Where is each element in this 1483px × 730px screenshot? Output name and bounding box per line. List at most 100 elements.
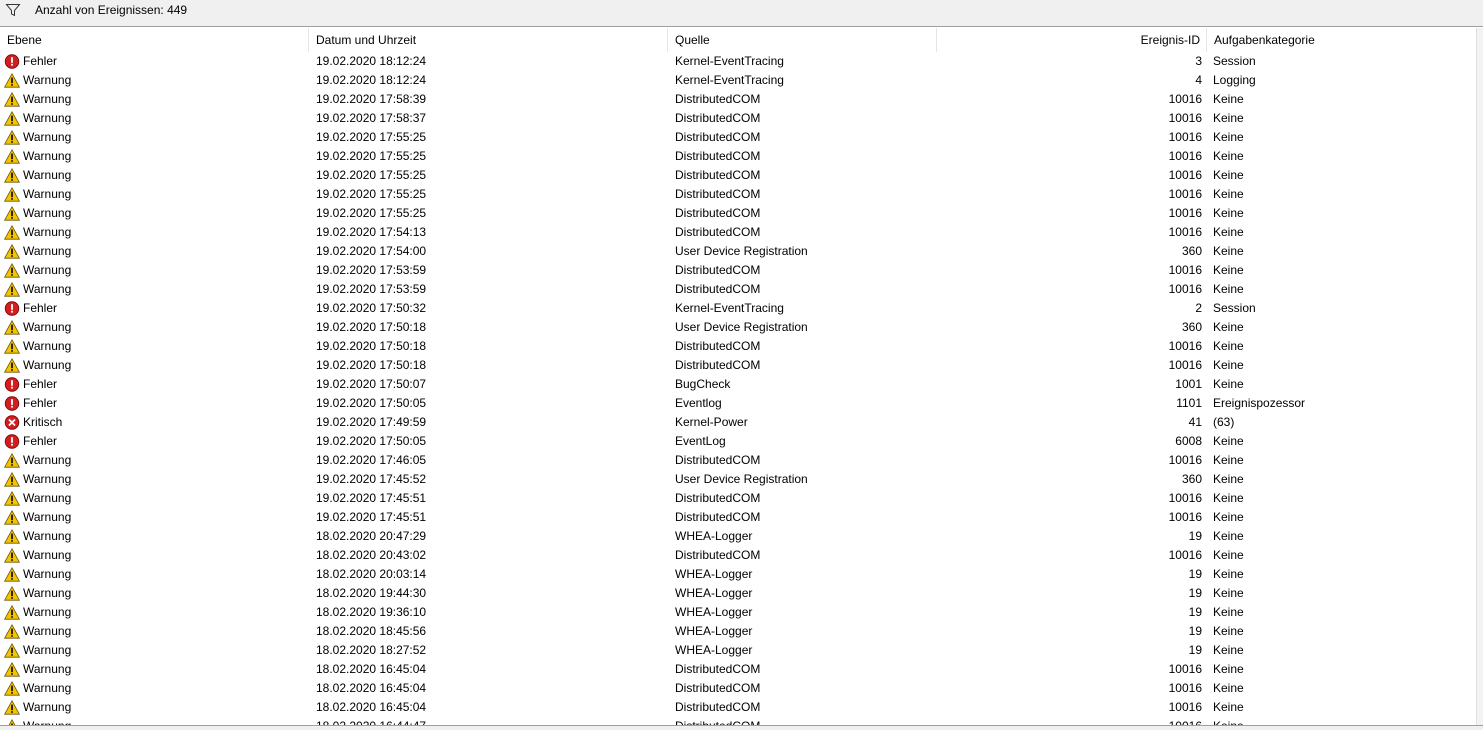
- level-label: Warnung: [23, 282, 72, 296]
- table-row[interactable]: Warnung 19.02.2020 17:53:59 DistributedCOM…: [0, 261, 1476, 280]
- column-header-row: Ebene Datum und Uhrzeit Quelle Ereignis-…: [0, 28, 1476, 52]
- source-cell: DistributedCOM: [675, 149, 761, 163]
- table-row[interactable]: Warnung 19.02.2020 17:55:25 DistributedCOM…: [0, 166, 1476, 185]
- table-row[interactable]: Warnung 19.02.2020 17:50:18 DistributedCOM…: [0, 356, 1476, 375]
- warning-icon: [4, 453, 20, 468]
- category-cell: Keine: [1213, 377, 1244, 391]
- level-label: Warnung: [23, 244, 72, 258]
- source-cell: User Device Registration: [675, 244, 808, 258]
- table-row[interactable]: Fehler 19.02.2020 18:12:24 Kernel-EventTra…: [0, 52, 1476, 71]
- warning-icon: [4, 586, 20, 601]
- warning-icon: [4, 168, 20, 183]
- event-id-cell: 10016: [1168, 510, 1202, 524]
- datetime-cell: 19.02.2020 17:54:13: [316, 225, 427, 239]
- column-header-source[interactable]: Quelle: [668, 28, 937, 52]
- warning-icon: [4, 472, 20, 487]
- source-cell: WHEA-Logger: [675, 605, 753, 619]
- column-header-level[interactable]: Ebene: [0, 28, 309, 52]
- table-row[interactable]: Warnung 18.02.2020 20:03:14 WHEA-Logger 19 K…: [0, 565, 1476, 584]
- table-row[interactable]: Warnung 18.02.2020 18:27:52 WHEA-Logger 19 K…: [0, 641, 1476, 660]
- datetime-cell: 19.02.2020 17:53:59: [316, 263, 427, 277]
- level-cell: Fehler: [4, 52, 304, 71]
- table-row[interactable]: Warnung 19.02.2020 17:58:39 DistributedCOM…: [0, 90, 1476, 109]
- table-row[interactable]: Warnung 19.02.2020 17:45:52 User Device Re…: [0, 470, 1476, 489]
- table-row[interactable]: Warnung 19.02.2020 18:12:24 Kernel-EventTr…: [0, 71, 1476, 90]
- category-cell: Keine: [1213, 358, 1244, 372]
- level-cell: Warnung: [4, 470, 304, 489]
- datetime-cell: 19.02.2020 17:50:18: [316, 358, 427, 372]
- source-cell: DistributedCOM: [675, 358, 761, 372]
- table-row[interactable]: Warnung 19.02.2020 17:55:25 DistributedCOM…: [0, 204, 1476, 223]
- event-id-cell: 1001: [1175, 377, 1202, 391]
- source-cell: Kernel-Power: [675, 415, 748, 429]
- source-cell: DistributedCOM: [675, 662, 761, 676]
- warning-icon: [4, 130, 20, 145]
- category-cell: Keine: [1213, 510, 1244, 524]
- datetime-cell: 19.02.2020 17:55:25: [316, 149, 427, 163]
- table-row[interactable]: Fehler 19.02.2020 17:50:05 Eventlog 1101 Ere…: [0, 394, 1476, 413]
- level-cell: Warnung: [4, 356, 304, 375]
- category-cell: Keine: [1213, 111, 1244, 125]
- level-cell: Warnung: [4, 128, 304, 147]
- level-cell: Warnung: [4, 109, 304, 128]
- table-row[interactable]: Warnung 18.02.2020 16:45:04 DistributedCOM…: [0, 698, 1476, 717]
- warning-icon: [4, 358, 20, 373]
- source-cell: DistributedCOM: [675, 700, 761, 714]
- table-row[interactable]: Warnung 19.02.2020 17:53:59 DistributedCOM…: [0, 280, 1476, 299]
- datetime-cell: 18.02.2020 20:43:02: [316, 548, 427, 562]
- table-row[interactable]: Warnung 18.02.2020 20:47:29 WHEA-Logger 19 K…: [0, 527, 1476, 546]
- level-cell: Warnung: [4, 660, 304, 679]
- datetime-cell: 19.02.2020 17:54:00: [316, 244, 427, 258]
- level-cell: Warnung: [4, 261, 304, 280]
- table-row[interactable]: Warnung 19.02.2020 17:54:00 User Device Re…: [0, 242, 1476, 261]
- vertical-scrollbar[interactable]: [1476, 28, 1483, 730]
- table-row[interactable]: Fehler 19.02.2020 17:50:07 BugCheck 1001 Kei…: [0, 375, 1476, 394]
- table-row[interactable]: Fehler 19.02.2020 17:50:05 EventLog 6008 Kei…: [0, 432, 1476, 451]
- source-cell: User Device Registration: [675, 472, 808, 486]
- table-row[interactable]: Warnung 19.02.2020 17:55:25 DistributedCOM…: [0, 185, 1476, 204]
- warning-icon: [4, 111, 20, 126]
- table-row[interactable]: Warnung 19.02.2020 17:45:51 DistributedCOM…: [0, 489, 1476, 508]
- table-row[interactable]: Warnung 18.02.2020 19:44:30 WHEA-Logger 19 K…: [0, 584, 1476, 603]
- datetime-cell: 18.02.2020 19:44:30: [316, 586, 427, 600]
- warning-icon: [4, 282, 20, 297]
- event-id-cell: 360: [1181, 320, 1202, 334]
- table-row[interactable]: Warnung 19.02.2020 17:46:05 DistributedCOM…: [0, 451, 1476, 470]
- warning-icon: [4, 263, 20, 278]
- table-row[interactable]: Warnung 19.02.2020 17:58:37 DistributedCOM…: [0, 109, 1476, 128]
- table-row[interactable]: Warnung 19.02.2020 17:50:18 DistributedCOM…: [0, 337, 1476, 356]
- level-cell: Warnung: [4, 622, 304, 641]
- table-row[interactable]: Kritisch 19.02.2020 17:49:59 Kernel-Power 4…: [0, 413, 1476, 432]
- datetime-cell: 19.02.2020 17:58:37: [316, 111, 427, 125]
- error-icon: [4, 301, 20, 316]
- column-header-datetime[interactable]: Datum und Uhrzeit: [309, 28, 668, 52]
- level-cell: Warnung: [4, 679, 304, 698]
- category-cell: Ereignispozessor: [1213, 396, 1306, 410]
- warning-icon: [4, 73, 20, 88]
- event-id-cell: 4: [1195, 73, 1202, 87]
- category-cell: (63): [1213, 415, 1235, 429]
- table-row[interactable]: Warnung 19.02.2020 17:55:25 DistributedCOM…: [0, 128, 1476, 147]
- event-count-label: Anzahl von Ereignissen: 449: [35, 3, 188, 17]
- source-cell: WHEA-Logger: [675, 586, 753, 600]
- table-row[interactable]: Warnung 19.02.2020 17:45:51 DistributedCOM…: [0, 508, 1476, 527]
- table-row[interactable]: Warnung 19.02.2020 17:55:25 DistributedCOM…: [0, 147, 1476, 166]
- event-id-cell: 19: [1188, 605, 1202, 619]
- event-id-cell: 19: [1188, 586, 1202, 600]
- table-row[interactable]: Warnung 18.02.2020 18:45:56 WHEA-Logger 19 K…: [0, 622, 1476, 641]
- table-row[interactable]: Fehler 19.02.2020 17:50:32 Kernel-EventTra…: [0, 299, 1476, 318]
- filter-icon[interactable]: [5, 2, 21, 18]
- level-cell: Fehler: [4, 375, 304, 394]
- table-row[interactable]: Warnung 18.02.2020 16:45:04 DistributedCOM…: [0, 660, 1476, 679]
- level-cell: Warnung: [4, 166, 304, 185]
- table-row[interactable]: Warnung 19.02.2020 17:50:18 User Device Re…: [0, 318, 1476, 337]
- table-row[interactable]: Warnung 18.02.2020 20:43:02 DistributedCOM…: [0, 546, 1476, 565]
- table-row[interactable]: Warnung 19.02.2020 17:54:13 DistributedCOM…: [0, 223, 1476, 242]
- table-row[interactable]: Warnung 18.02.2020 19:36:10 WHEA-Logger 19 K…: [0, 603, 1476, 622]
- column-header-event-id[interactable]: Ereignis-ID: [937, 28, 1207, 52]
- level-cell: Fehler: [4, 299, 304, 318]
- column-header-category[interactable]: Aufgabenkategorie: [1207, 28, 1476, 52]
- table-row[interactable]: Warnung 18.02.2020 16:45:04 DistributedCOM…: [0, 679, 1476, 698]
- datetime-cell: 18.02.2020 18:45:56: [316, 624, 427, 638]
- source-cell: DistributedCOM: [675, 225, 761, 239]
